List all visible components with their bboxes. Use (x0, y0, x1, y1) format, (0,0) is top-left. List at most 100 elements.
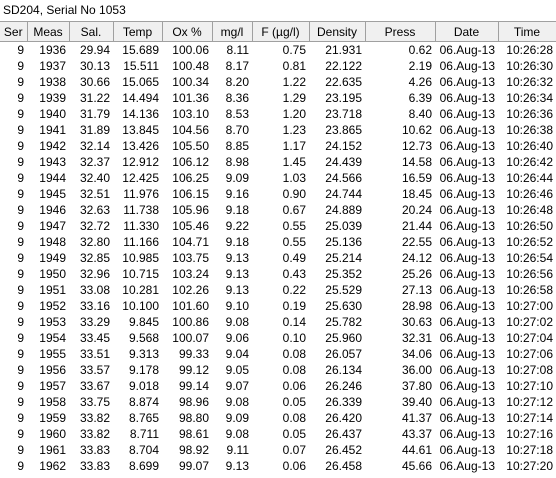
table-row[interactable]: 9 1951 33.08 10.281 102.26 9.13 0.22 25.529 27.1… (0, 282, 556, 298)
cell-time: 10:27:18 (506, 443, 553, 457)
col-header-ser[interactable]: Ser (0, 22, 28, 42)
table-row[interactable]: 9 1950 32.96 10.715 103.24 9.13 0.43 25.352 25.2… (0, 266, 556, 282)
table-row[interactable]: 9 1959 33.82 8.765 98.80 9.09 0.08 26.420 41.37 0… (0, 410, 556, 426)
col-header-mgl[interactable]: mg/l (212, 22, 253, 42)
cell-sal: 33.83 (79, 443, 110, 457)
cell-sal: 32.80 (79, 235, 110, 249)
cell-ser: 9 (17, 75, 24, 89)
cell-meas: 1949 (39, 251, 66, 265)
cell-ser: 9 (17, 43, 24, 57)
cell-time: 10:26:42 (506, 155, 553, 169)
cell-ser: 9 (17, 139, 24, 153)
col-header-temp[interactable]: Temp (113, 22, 163, 42)
cell-density: 24.744 (325, 187, 362, 201)
col-header-fluorescence[interactable]: F (µg/l) (252, 22, 310, 42)
cell-fluorescence: 1.22 (282, 75, 306, 89)
cell-date: 06.Aug-13 (439, 219, 495, 233)
cell-ser: 9 (17, 203, 24, 217)
col-header-sal[interactable]: Sal. (69, 22, 114, 42)
cell-ser: 9 (17, 235, 24, 249)
table-row[interactable]: 9 1954 33.45 9.568 100.07 9.06 0.10 25.960 32.31… (0, 330, 556, 346)
table-row[interactable]: 9 1942 32.14 13.426 105.50 8.85 1.17 24.152 12.7… (0, 138, 556, 154)
cell-ox-pct: 98.96 (178, 395, 209, 409)
cell-time: 10:26:56 (506, 267, 553, 281)
table-row[interactable]: 9 1962 33.83 8.699 99.07 9.13 0.06 26.458 45.66 0… (0, 458, 556, 474)
cell-date: 06.Aug-13 (439, 91, 495, 105)
cell-meas: 1939 (39, 91, 66, 105)
cell-density: 25.352 (325, 267, 362, 281)
cell-press: 21.44 (401, 219, 432, 233)
cell-mgl: 9.13 (225, 459, 249, 473)
table-row[interactable]: 9 1945 32.51 11.976 106.15 9.16 0.90 24.744 18.4… (0, 186, 556, 202)
cell-temp: 12.425 (122, 171, 159, 185)
cell-mgl: 9.08 (225, 427, 249, 441)
table-row[interactable]: 9 1953 33.29 9.845 100.86 9.08 0.14 25.782 30.63… (0, 314, 556, 330)
cell-mgl: 9.07 (225, 379, 249, 393)
cell-temp: 10.715 (122, 267, 159, 281)
cell-ser: 9 (17, 379, 24, 393)
table-row[interactable]: 9 1948 32.80 11.166 104.71 9.18 0.55 25.136 22.5… (0, 234, 556, 250)
table-row[interactable]: 9 1939 31.22 14.494 101.36 8.36 1.29 23.195 6.39… (0, 90, 556, 106)
cell-press: 30.63 (401, 315, 432, 329)
table-row[interactable]: 9 1938 30.66 15.065 100.34 8.20 1.22 22.635 4.26… (0, 74, 556, 90)
table-row[interactable]: 9 1961 33.83 8.704 98.92 9.11 0.07 26.452 44.61 0… (0, 442, 556, 458)
cell-sal: 31.89 (79, 123, 110, 137)
cell-mgl: 9.13 (225, 283, 249, 297)
cell-sal: 33.82 (79, 427, 110, 441)
cell-ox-pct: 99.33 (178, 347, 209, 361)
cell-sal: 33.45 (79, 331, 110, 345)
table-row[interactable]: 9 1949 32.85 10.985 103.75 9.13 0.49 25.214 24.1… (0, 250, 556, 266)
cell-mgl: 9.09 (225, 171, 249, 185)
col-header-meas[interactable]: Meas (27, 22, 70, 42)
cell-ser: 9 (17, 299, 24, 313)
cell-density: 26.134 (325, 363, 362, 377)
cell-temp: 10.281 (122, 283, 159, 297)
cell-meas: 1950 (39, 267, 66, 281)
cell-press: 8.40 (408, 107, 432, 121)
col-header-press[interactable]: Press (365, 22, 436, 42)
table-row[interactable]: 9 1952 33.16 10.100 101.60 9.10 0.19 25.630 28.9… (0, 298, 556, 314)
cell-time: 10:26:54 (506, 251, 553, 265)
cell-press: 20.24 (401, 203, 432, 217)
table-row[interactable]: 9 1940 31.79 14.136 103.10 8.53 1.20 23.718 8.40… (0, 106, 556, 122)
cell-density: 23.718 (325, 107, 362, 121)
table-row[interactable]: 9 1944 32.40 12.425 106.25 9.09 1.03 24.566 16.5… (0, 170, 556, 186)
table-row[interactable]: 9 1936 29.94 15.689 100.06 8.11 0.75 21.931 0.62… (0, 42, 556, 59)
table-row[interactable]: 9 1947 32.72 11.330 105.46 9.22 0.55 25.039 21.4… (0, 218, 556, 234)
table-row[interactable]: 9 1960 33.82 8.711 98.61 9.08 0.05 26.437 43.37 0… (0, 426, 556, 442)
cell-temp: 13.845 (122, 123, 159, 137)
data-table: Ser Meas Sal. Temp Ox % mg/l F (µg/l) De… (0, 22, 556, 474)
cell-ser: 9 (17, 251, 24, 265)
cell-press: 4.26 (408, 75, 432, 89)
col-header-density[interactable]: Density (309, 22, 366, 42)
table-row[interactable]: 9 1957 33.67 9.018 99.14 9.07 0.06 26.246 37.80 0… (0, 378, 556, 394)
cell-fluorescence: 0.08 (282, 363, 306, 377)
cell-sal: 32.96 (79, 267, 110, 281)
cell-ox-pct: 105.50 (172, 139, 209, 153)
col-header-ox-pct[interactable]: Ox % (162, 22, 213, 42)
cell-meas: 1953 (39, 315, 66, 329)
cell-ox-pct: 105.46 (172, 219, 209, 233)
cell-date: 06.Aug-13 (439, 315, 495, 329)
cell-temp: 11.330 (123, 219, 159, 233)
cell-time: 10:27:08 (506, 363, 553, 377)
table-row[interactable]: 9 1943 32.37 12.912 106.12 8.98 1.45 24.439 14.5… (0, 154, 556, 170)
cell-time: 10:27:00 (506, 299, 553, 313)
cell-density: 25.630 (325, 299, 362, 313)
table-row[interactable]: 9 1956 33.57 9.178 99.12 9.05 0.08 26.134 36.00 0… (0, 362, 556, 378)
cell-date: 06.Aug-13 (439, 379, 495, 393)
cell-fluorescence: 0.90 (282, 187, 306, 201)
table-row[interactable]: 9 1941 31.89 13.845 104.56 8.70 1.23 23.865 10.6… (0, 122, 556, 138)
col-header-date[interactable]: Date (435, 22, 499, 42)
cell-date: 06.Aug-13 (439, 171, 495, 185)
cell-mgl: 9.22 (225, 219, 249, 233)
cell-ox-pct: 106.12 (172, 155, 209, 169)
table-row[interactable]: 9 1937 30.13 15.511 100.48 8.17 0.81 22.122 2.19… (0, 58, 556, 74)
cell-date: 06.Aug-13 (439, 347, 495, 361)
cell-date: 06.Aug-13 (439, 395, 495, 409)
table-row[interactable]: 9 1958 33.75 8.874 98.96 9.08 0.05 26.339 39.40 0… (0, 394, 556, 410)
table-row[interactable]: 9 1946 32.63 11.738 105.96 9.18 0.67 24.889 20.2… (0, 202, 556, 218)
table-row[interactable]: 9 1955 33.51 9.313 99.33 9.04 0.08 26.057 34.06 0… (0, 346, 556, 362)
cell-density: 24.439 (325, 155, 362, 169)
col-header-time[interactable]: Time (498, 22, 556, 42)
